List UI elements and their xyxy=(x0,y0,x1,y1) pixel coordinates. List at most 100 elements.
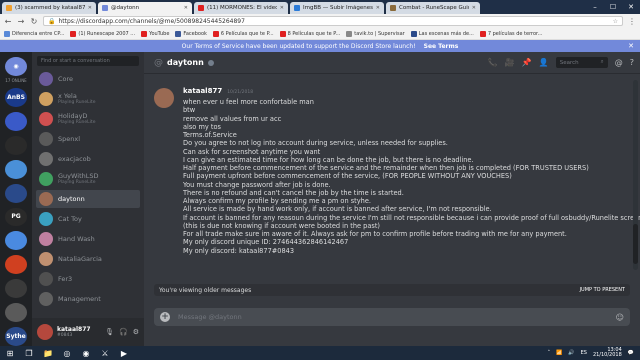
dm-item[interactable]: Fer3 xyxy=(36,270,140,288)
scrollbar-thumb[interactable] xyxy=(633,224,638,264)
dm-search-input[interactable]: Find or start a conversation xyxy=(37,56,139,66)
server-icon[interactable] xyxy=(5,231,27,251)
network-icon[interactable]: 📶 xyxy=(556,350,562,356)
message-author-avatar[interactable] xyxy=(154,88,174,108)
dm-item[interactable]: GuyWithLSD Playing RuneLite xyxy=(36,170,140,188)
close-window-icon[interactable]: ✕ xyxy=(622,0,640,14)
reload-icon[interactable]: ↻ xyxy=(30,17,38,26)
dm-item[interactable]: Core xyxy=(36,70,140,88)
back-icon[interactable]: ← xyxy=(4,17,12,26)
message-line: Always confirm my profile by sending me … xyxy=(183,197,371,205)
mentions-icon[interactable]: @ xyxy=(615,58,623,67)
file-explorer-icon[interactable]: 📁 xyxy=(40,347,56,359)
message-line: Can ask for screenshot anytime you want xyxy=(183,147,321,156)
notifications-icon[interactable]: 💬 xyxy=(628,350,634,356)
dm-item[interactable]: exacjacob xyxy=(36,150,140,168)
bookmark-star-icon[interactable]: ☆ xyxy=(613,18,618,25)
server-icon[interactable] xyxy=(5,279,27,299)
upload-plus-icon[interactable]: + xyxy=(160,312,170,322)
settings-gear-icon[interactable]: ⚙ xyxy=(133,328,139,336)
bookmark-label: tavik.to | Supervisar xyxy=(354,30,405,37)
runescape-app-icon[interactable]: ⚔ xyxy=(97,347,113,359)
jump-to-present-button[interactable]: JUMP TO PRESENT xyxy=(580,287,625,293)
server-icon[interactable] xyxy=(5,183,27,203)
dm-item[interactable]: NataliaGarcia xyxy=(36,250,140,268)
server-icon[interactable]: PG xyxy=(5,207,27,227)
bookmark-item[interactable]: Las escenas más de... xyxy=(410,30,474,37)
dm-avatar xyxy=(39,292,53,306)
dm-item[interactable]: Cat Toy xyxy=(36,210,140,228)
bookmark-item[interactable]: 8 Películas que te P... xyxy=(279,30,340,37)
chrome-icon[interactable]: ◎ xyxy=(59,347,75,359)
message-line: Half payment before commencement of the … xyxy=(183,164,589,172)
maximize-icon[interactable]: ☐ xyxy=(604,0,622,14)
minimize-icon[interactable]: – xyxy=(586,0,604,14)
pin-icon[interactable]: 📌 xyxy=(522,58,532,67)
server-icon[interactable]: Sythe xyxy=(5,327,27,347)
forward-icon[interactable]: → xyxy=(17,17,25,26)
help-icon[interactable]: ? xyxy=(630,58,634,67)
bookmark-item[interactable]: YouTube xyxy=(141,30,169,37)
dm-item[interactable]: Management xyxy=(36,290,140,308)
video-call-icon[interactable]: 🎥 xyxy=(505,58,515,67)
user-name: kataal877 xyxy=(57,326,91,333)
see-terms-link[interactable]: See Terms xyxy=(424,43,459,50)
server-icon[interactable]: AnBS xyxy=(5,87,27,107)
clock[interactable]: 13:04 21/10/2018 xyxy=(593,347,622,359)
close-tab-icon[interactable]: ✕ xyxy=(184,5,188,11)
close-tab-icon[interactable]: ✕ xyxy=(88,5,92,11)
close-tab-icon[interactable]: ✕ xyxy=(280,5,284,11)
discord-home-icon[interactable]: ◉ xyxy=(5,57,27,76)
user-avatar[interactable] xyxy=(37,324,53,340)
dm-avatar xyxy=(39,232,53,246)
address-bar-row: ← → ↻ 🔒 https://discordapp.com/channels/… xyxy=(0,14,640,28)
server-icon[interactable] xyxy=(5,255,27,275)
dm-item[interactable]: x Yela Playing RuneLite xyxy=(36,90,140,108)
server-icon[interactable] xyxy=(5,159,27,179)
message-input[interactable] xyxy=(178,313,608,321)
media-app-icon[interactable]: ▶ xyxy=(116,347,132,359)
server-icon[interactable] xyxy=(5,135,27,155)
call-icon[interactable]: 📞 xyxy=(488,58,498,67)
browser-tab[interactable]: @daytonn ✕ xyxy=(98,2,192,14)
url-field[interactable]: 🔒 https://discordapp.com/channels/@me/50… xyxy=(43,16,623,26)
menu-icon[interactable]: ⋮ xyxy=(628,17,636,26)
dm-item[interactable]: HolidayD Playing RuneLite xyxy=(36,110,140,128)
bookmark-item[interactable]: Facebook xyxy=(175,30,207,37)
dm-avatar xyxy=(39,132,53,146)
bookmark-item[interactable]: 6 Películas que te P... xyxy=(212,30,274,37)
bookmark-item[interactable]: tavik.to | Supervisar xyxy=(346,30,405,37)
message-author[interactable]: kataal877 xyxy=(183,87,222,95)
volume-icon[interactable]: 🔊 xyxy=(568,350,574,356)
emoji-icon[interactable]: ☺ xyxy=(616,313,624,322)
close-tab-icon[interactable]: ✕ xyxy=(376,5,380,11)
browser-tab[interactable]: ImgBB — Subir Imágenes — Al...✕ xyxy=(290,2,384,14)
dm-item[interactable]: Hand Wash xyxy=(36,230,140,248)
tab-favicon-icon xyxy=(294,5,300,11)
close-notice-icon[interactable]: ✕ xyxy=(628,42,634,50)
search-input[interactable]: Search ⌕ xyxy=(555,57,608,68)
bookmark-item[interactable]: (1) Runescape 2007 ... xyxy=(70,30,135,37)
language-indicator[interactable]: ES xyxy=(581,350,587,356)
dm-name: x Yela xyxy=(58,92,77,100)
bookmark-item[interactable]: Diferencia entre CP... xyxy=(4,30,64,37)
browser-tab[interactable]: Combat - RuneScape Guide - ...✕ xyxy=(386,2,480,14)
dm-item[interactable]: Spenxl xyxy=(36,130,140,148)
browser-tab[interactable]: (11) MORMONES: El video CENS...✕ xyxy=(194,2,288,14)
dm-item[interactable]: daytonn xyxy=(36,190,140,208)
microphone-icon[interactable]: 🎙 xyxy=(105,328,114,336)
server-icon[interactable] xyxy=(5,303,27,323)
bookmark-item[interactable]: 7 películas de terror... xyxy=(479,30,542,37)
status-indicator xyxy=(207,59,214,66)
task-view-icon[interactable]: ❐ xyxy=(21,347,37,359)
add-friend-icon[interactable]: 👤 xyxy=(539,58,549,67)
close-tab-icon[interactable]: ✕ xyxy=(472,5,476,11)
headphones-icon[interactable]: 🎧 xyxy=(119,328,128,336)
discord-app-icon[interactable]: ◉ xyxy=(78,347,94,359)
browser-tab[interactable]: (3) scammed by kataal877 | Sell & ...✕ xyxy=(2,2,96,14)
start-icon[interactable]: ⊞ xyxy=(2,347,18,359)
dm-status: Playing RuneLite xyxy=(58,100,96,105)
server-icon[interactable] xyxy=(5,111,27,131)
message-list: kataal877 10/21/2018 when ever u feel mo… xyxy=(144,74,640,284)
tray-arrow-icon[interactable]: ˄ xyxy=(548,350,551,356)
